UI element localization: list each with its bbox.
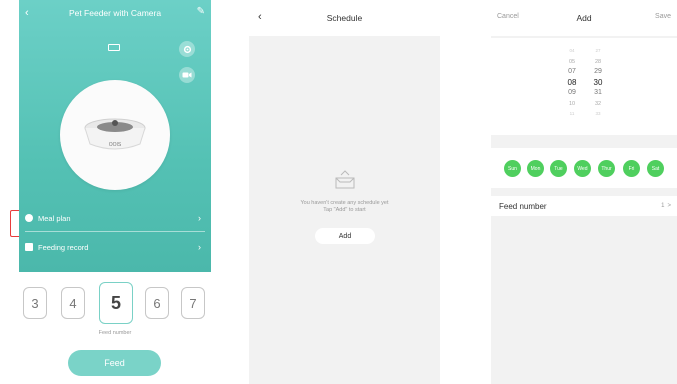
day-toggle-wed[interactable]: Wed: [574, 160, 591, 177]
day-toggle-sat[interactable]: Sat: [647, 160, 664, 177]
number-option[interactable]: 7: [181, 287, 205, 319]
minute-option: 29: [594, 68, 602, 75]
minute-option: 27: [595, 48, 601, 53]
feed-number-label: Feed number: [98, 330, 132, 336]
page-title: Pet Feeder with Camera: [68, 8, 162, 18]
feed-button[interactable]: Feed: [68, 350, 161, 376]
clock-icon: [25, 214, 33, 222]
day-toggle-tue[interactable]: Tue: [550, 160, 567, 177]
bowl-brand-label: OOIS: [108, 142, 122, 148]
page-title: Schedule: [326, 13, 363, 23]
feeder-image: OOIS: [60, 80, 170, 190]
minute-option: 32: [594, 100, 602, 107]
chevron-right-icon: ›: [198, 242, 201, 252]
menu-divider: [25, 231, 205, 232]
day-toggle-fri[interactable]: Fri: [623, 160, 640, 177]
menu-item-label: Feeding record: [38, 242, 89, 252]
pet-bowl-icon: [84, 118, 146, 150]
gear-icon: [183, 45, 191, 53]
record-icon: [25, 243, 33, 251]
day-toggle-sun[interactable]: Sun: [504, 160, 521, 177]
feed-number-value: 1: [661, 203, 665, 209]
settings-button[interactable]: [179, 41, 195, 57]
device-hero: ‹ Pet Feeder with Camera ✎ OOIS Meal pla…: [19, 0, 211, 272]
camera-button[interactable]: [179, 67, 195, 83]
feed-number-label: Feed number: [499, 201, 547, 211]
number-option[interactable]: 4: [61, 287, 85, 319]
minute-option-selected: 30: [593, 77, 603, 87]
header: Cancel Add Save: [491, 0, 677, 36]
weekday-selector: Sun Mon Tue Wed Thur Fri Sat: [491, 148, 677, 188]
chevron-right-icon: >: [667, 203, 671, 209]
minute-option: 31: [594, 89, 602, 96]
video-camera-icon: [182, 72, 192, 78]
add-button[interactable]: Add: [315, 228, 375, 244]
menu-item-meal-plan[interactable]: Meal plan ›: [25, 206, 205, 230]
empty-line-1: You haven't create any schedule yet: [300, 200, 389, 206]
empty-tray-icon: [335, 170, 355, 189]
day-toggle-mon[interactable]: Mon: [527, 160, 544, 177]
add-schedule-screen: Cancel Add Save 04 05 07 08 09 10 11 27 …: [491, 0, 677, 384]
number-option-selected[interactable]: 5: [99, 282, 133, 324]
number-option[interactable]: 3: [23, 287, 47, 319]
number-option[interactable]: 6: [145, 287, 169, 319]
schedule-screen: ‹ Schedule You haven't create any schedu…: [249, 0, 440, 384]
pet-feeder-screen: ‹ Pet Feeder with Camera ✎ OOIS Meal pla…: [19, 0, 211, 384]
minute-option: 33: [595, 111, 601, 116]
header: ‹ Schedule: [249, 0, 440, 36]
chevron-right-icon: ›: [198, 213, 201, 223]
time-picker[interactable]: 04 05 07 08 09 10 11 27 28 29 30 31 32 3…: [491, 38, 677, 135]
menu-item-label: Meal plan: [38, 213, 71, 223]
empty-line-2: Tap "Add" to start: [323, 207, 366, 213]
page-title: Add: [576, 13, 592, 23]
edit-icon[interactable]: ✎: [197, 6, 205, 17]
menu-item-feeding-record[interactable]: Feeding record ›: [25, 235, 205, 259]
day-toggle-thur[interactable]: Thur: [598, 160, 615, 177]
save-button[interactable]: Save: [655, 13, 671, 20]
empty-state-text: You haven't create any schedule yet Tap …: [249, 200, 440, 214]
battery-icon: [108, 44, 120, 51]
minute-wheel[interactable]: 27 28 29 30 31 32 33: [583, 46, 613, 120]
minute-option: 28: [594, 58, 602, 65]
feed-number-row[interactable]: Feed number 1 >: [491, 196, 677, 216]
